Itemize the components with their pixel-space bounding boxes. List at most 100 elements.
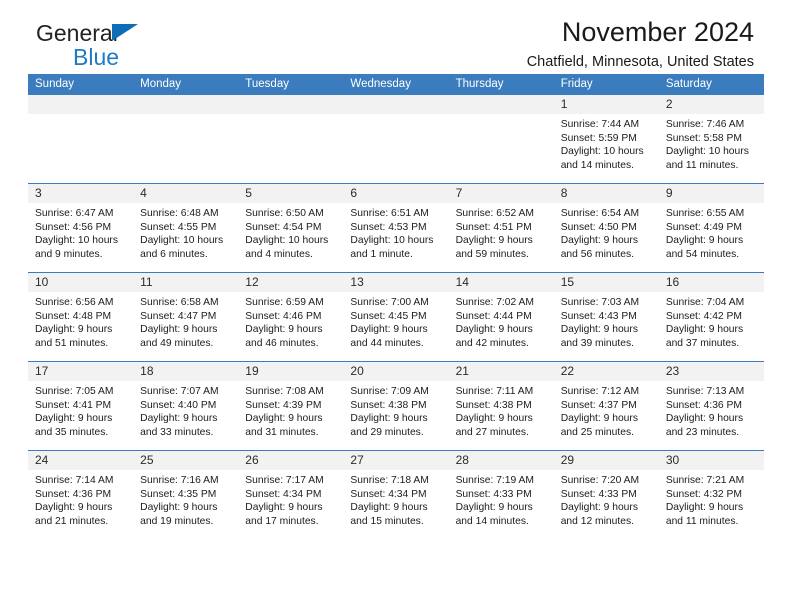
calendar-day-cell[interactable]: 8 Sunrise: 6:54 AM Sunset: 4:50 PM Daylight… <box>553 183 659 273</box>
calendar-day-cell[interactable]: 5 Sunrise: 6:50 AM Sunset: 4:54 PM Daylight… <box>238 183 344 273</box>
calendar-day-cell[interactable]: 10 Sunrise: 6:56 AM Sunset: 4:48 PM Dayligh… <box>28 272 134 362</box>
day-number <box>448 95 554 114</box>
day-details: Sunrise: 7:02 AM Sunset: 4:44 PM Daylight:… <box>449 292 554 350</box>
weekday-header-tuesday: Tuesday <box>238 74 344 95</box>
sunset-time: Sunset: 4:38 PM <box>350 399 427 411</box>
day-cell-inner: 20 Sunrise: 7:09 AM Sunset: 4:38 PM Dayligh… <box>343 362 449 450</box>
daylight-duration: Daylight: 9 hours and 54 minutes. <box>665 235 744 260</box>
daylight-duration: Daylight: 9 hours and 35 minutes. <box>35 413 113 438</box>
day-number: 2 <box>658 95 764 114</box>
sunrise-time: Sunrise: 7:21 AM <box>665 475 745 486</box>
day-details: Sunrise: 7:46 AM Sunset: 5:58 PM Daylight:… <box>659 114 764 172</box>
calendar-day-cell[interactable]: 11 Sunrise: 6:58 AM Sunset: 4:47 PM Dayligh… <box>133 272 239 362</box>
day-cell-inner: 2 Sunrise: 7:46 AM Sunset: 5:58 PM Daylight… <box>658 95 764 183</box>
calendar-day-cell[interactable]: 27 Sunrise: 7:18 AM Sunset: 4:34 PM Dayligh… <box>343 450 449 539</box>
calendar-day-cell[interactable]: 25 Sunrise: 7:16 AM Sunset: 4:35 PM Dayligh… <box>133 450 239 539</box>
daylight-duration: Daylight: 10 hours and 1 minute. <box>350 235 434 260</box>
calendar-day-cell[interactable]: 30 Sunrise: 7:21 AM Sunset: 4:32 PM Dayligh… <box>658 450 764 539</box>
calendar-day-cell[interactable]: 19 Sunrise: 7:08 AM Sunset: 4:39 PM Dayligh… <box>238 361 344 451</box>
day-cell-inner: 9 Sunrise: 6:55 AM Sunset: 4:49 PM Daylight… <box>658 184 764 272</box>
day-number: 1 <box>553 95 659 114</box>
sunrise-time: Sunrise: 7:20 AM <box>560 475 640 486</box>
daylight-duration: Daylight: 9 hours and 21 minutes. <box>35 502 113 527</box>
calendar-day-cell[interactable]: 4 Sunrise: 6:48 AM Sunset: 4:55 PM Daylight… <box>133 183 239 273</box>
day-number: 30 <box>658 451 764 470</box>
sunset-time: Sunset: 4:49 PM <box>665 221 742 233</box>
day-cell-inner: 28 Sunrise: 7:19 AM Sunset: 4:33 PM Dayligh… <box>448 451 554 539</box>
calendar-day-cell[interactable]: 7 Sunrise: 6:52 AM Sunset: 4:51 PM Daylight… <box>448 183 554 273</box>
day-number: 13 <box>343 273 449 292</box>
calendar-day-cell[interactable]: 6 Sunrise: 6:51 AM Sunset: 4:53 PM Daylight… <box>343 183 449 273</box>
day-details: Sunrise: 7:18 AM Sunset: 4:34 PM Daylight:… <box>343 470 448 528</box>
day-cell-inner: 19 Sunrise: 7:08 AM Sunset: 4:39 PM Dayligh… <box>238 362 344 450</box>
calendar-week-row: 17 Sunrise: 7:05 AM Sunset: 4:41 PM Dayligh… <box>28 361 764 451</box>
calendar-day-cell[interactable]: 15 Sunrise: 7:03 AM Sunset: 4:43 PM Dayligh… <box>553 272 659 362</box>
day-cell-inner: 25 Sunrise: 7:16 AM Sunset: 4:35 PM Dayligh… <box>133 451 239 539</box>
daylight-duration: Daylight: 9 hours and 31 minutes. <box>245 413 323 438</box>
calendar-day-cell[interactable]: 28 Sunrise: 7:19 AM Sunset: 4:33 PM Dayligh… <box>448 450 554 539</box>
day-number <box>28 95 134 114</box>
calendar-day-cell[interactable]: 2 Sunrise: 7:46 AM Sunset: 5:58 PM Daylight… <box>658 95 764 184</box>
calendar-day-cell[interactable]: 3 Sunrise: 6:47 AM Sunset: 4:56 PM Daylight… <box>28 183 134 273</box>
day-cell-inner <box>448 95 554 183</box>
day-cell-inner: 7 Sunrise: 6:52 AM Sunset: 4:51 PM Daylight… <box>448 184 554 272</box>
calendar-day-cell[interactable]: 29 Sunrise: 7:20 AM Sunset: 4:33 PM Dayligh… <box>553 450 659 539</box>
sunrise-time: Sunrise: 7:12 AM <box>560 386 640 397</box>
daylight-duration: Daylight: 9 hours and 12 minutes. <box>560 502 638 527</box>
sunset-time: Sunset: 4:51 PM <box>455 221 532 233</box>
calendar-day-cell[interactable]: 23 Sunrise: 7:13 AM Sunset: 4:36 PM Dayligh… <box>658 361 764 451</box>
sunrise-time: Sunrise: 7:05 AM <box>35 386 114 397</box>
day-number: 27 <box>343 451 449 470</box>
calendar-day-cell[interactable]: 24 Sunrise: 7:14 AM Sunset: 4:36 PM Dayligh… <box>28 450 134 539</box>
day-number: 8 <box>553 184 659 203</box>
calendar-body: 1 Sunrise: 7:44 AM Sunset: 5:59 PM Daylight… <box>28 95 764 539</box>
day-number: 26 <box>238 451 344 470</box>
day-number: 17 <box>28 362 134 381</box>
sunset-time: Sunset: 4:39 PM <box>245 399 322 411</box>
daylight-duration: Daylight: 10 hours and 4 minutes. <box>245 235 329 260</box>
calendar-week-row: 24 Sunrise: 7:14 AM Sunset: 4:36 PM Dayligh… <box>28 450 764 539</box>
weekday-header-wednesday: Wednesday <box>343 74 449 95</box>
calendar-day-cell[interactable]: 1 Sunrise: 7:44 AM Sunset: 5:59 PM Daylight… <box>553 95 659 184</box>
day-number: 15 <box>553 273 659 292</box>
calendar-day-cell[interactable]: 16 Sunrise: 7:04 AM Sunset: 4:42 PM Dayligh… <box>658 272 764 362</box>
day-cell-inner: 24 Sunrise: 7:14 AM Sunset: 4:36 PM Dayligh… <box>28 451 134 539</box>
calendar-day-cell[interactable]: 9 Sunrise: 6:55 AM Sunset: 4:49 PM Daylight… <box>658 183 764 273</box>
day-details: Sunrise: 7:21 AM Sunset: 4:32 PM Daylight:… <box>659 470 764 528</box>
sunrise-time: Sunrise: 7:00 AM <box>350 297 429 308</box>
day-number: 10 <box>28 273 134 292</box>
sunset-time: Sunset: 4:33 PM <box>560 488 637 500</box>
sunrise-time: Sunrise: 7:07 AM <box>140 386 219 397</box>
calendar-day-cell[interactable]: 26 Sunrise: 7:17 AM Sunset: 4:34 PM Dayligh… <box>238 450 344 539</box>
calendar-day-cell[interactable]: 22 Sunrise: 7:12 AM Sunset: 4:37 PM Dayligh… <box>553 361 659 451</box>
calendar-day-cell[interactable]: 17 Sunrise: 7:05 AM Sunset: 4:41 PM Dayligh… <box>28 361 134 451</box>
general-blue-logo[interactable]: General Blue <box>36 22 236 70</box>
day-details: Sunrise: 7:12 AM Sunset: 4:37 PM Daylight:… <box>554 381 659 439</box>
calendar-day-cell[interactable]: 13 Sunrise: 7:00 AM Sunset: 4:45 PM Dayligh… <box>343 272 449 362</box>
sunrise-time: Sunrise: 7:14 AM <box>35 475 114 486</box>
daylight-duration: Daylight: 9 hours and 17 minutes. <box>245 502 323 527</box>
daylight-duration: Daylight: 10 hours and 11 minutes. <box>665 146 749 171</box>
day-number: 12 <box>238 273 344 292</box>
calendar-day-cell-empty <box>448 95 554 184</box>
calendar-day-cell[interactable]: 14 Sunrise: 7:02 AM Sunset: 4:44 PM Dayligh… <box>448 272 554 362</box>
logo-text-general: General <box>36 20 118 46</box>
sunrise-time: Sunrise: 6:50 AM <box>245 208 324 219</box>
day-number: 21 <box>448 362 554 381</box>
weekday-header-saturday: Saturday <box>658 74 764 95</box>
day-number: 3 <box>28 184 134 203</box>
sunset-time: Sunset: 4:54 PM <box>245 221 322 233</box>
sunrise-time: Sunrise: 7:04 AM <box>665 297 745 308</box>
daylight-duration: Daylight: 9 hours and 29 minutes. <box>350 413 428 438</box>
daylight-duration: Daylight: 10 hours and 14 minutes. <box>560 146 644 171</box>
day-cell-inner: 14 Sunrise: 7:02 AM Sunset: 4:44 PM Dayligh… <box>448 273 554 361</box>
calendar-day-cell[interactable]: 21 Sunrise: 7:11 AM Sunset: 4:38 PM Dayligh… <box>448 361 554 451</box>
calendar-day-cell-empty <box>238 95 344 184</box>
calendar-day-cell[interactable]: 20 Sunrise: 7:09 AM Sunset: 4:38 PM Dayligh… <box>343 361 449 451</box>
day-cell-inner: 26 Sunrise: 7:17 AM Sunset: 4:34 PM Dayligh… <box>238 451 344 539</box>
day-cell-inner: 10 Sunrise: 6:56 AM Sunset: 4:48 PM Dayligh… <box>28 273 134 361</box>
calendar-day-cell-empty <box>28 95 134 184</box>
calendar-day-cell[interactable]: 12 Sunrise: 6:59 AM Sunset: 4:46 PM Dayligh… <box>238 272 344 362</box>
calendar-day-cell[interactable]: 18 Sunrise: 7:07 AM Sunset: 4:40 PM Dayligh… <box>133 361 239 451</box>
sunset-time: Sunset: 4:36 PM <box>35 488 112 500</box>
